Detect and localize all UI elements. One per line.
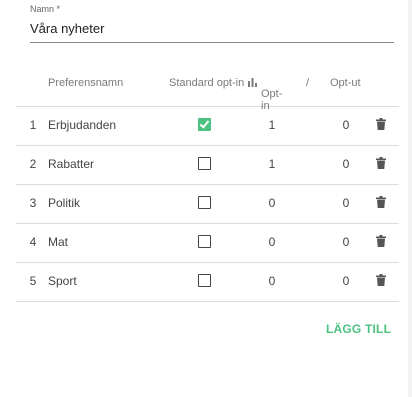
add-preference-button[interactable]: LÄGG TILL bbox=[326, 322, 391, 336]
header-separator: / bbox=[306, 77, 310, 89]
name-field[interactable]: Namn * Våra nyheter bbox=[30, 4, 394, 43]
row-optout-count: 0 bbox=[342, 118, 350, 132]
row-index: 4 bbox=[29, 235, 37, 249]
table-row: 1 Erbjudanden 1 0 bbox=[16, 107, 399, 146]
row-optin-count: 0 bbox=[268, 196, 276, 210]
row-optout-count: 0 bbox=[342, 196, 350, 210]
scroll-track bbox=[408, 0, 412, 397]
row-optin-count: 1 bbox=[268, 118, 276, 132]
preferences-table: Preferensnamn Standard opt-in Opt-in / O… bbox=[16, 66, 399, 302]
table-header: Preferensnamn Standard opt-in Opt-in / O… bbox=[16, 66, 399, 112]
trash-icon[interactable] bbox=[376, 157, 386, 172]
row-preference-name: Erbjudanden bbox=[48, 118, 117, 132]
name-field-label: Namn * bbox=[30, 4, 61, 14]
table-row: 2 Rabatter 1 0 bbox=[16, 146, 399, 185]
default-optin-checkbox[interactable] bbox=[198, 157, 211, 170]
default-optin-checkbox[interactable] bbox=[198, 235, 211, 248]
trash-icon[interactable] bbox=[376, 235, 386, 250]
name-input[interactable]: Våra nyheter bbox=[30, 20, 394, 43]
row-optin-count: 0 bbox=[268, 235, 276, 249]
row-preference-name: Sport bbox=[48, 274, 77, 288]
row-optin-count: 0 bbox=[268, 274, 276, 288]
table-row: 4 Mat 0 0 bbox=[16, 224, 399, 263]
header-default-optin: Standard opt-in bbox=[169, 77, 245, 89]
row-index: 3 bbox=[29, 196, 37, 210]
header-preference-name: Preferensnamn bbox=[48, 77, 124, 89]
row-optout-count: 0 bbox=[342, 274, 350, 288]
default-optin-checkbox[interactable] bbox=[198, 274, 211, 287]
row-preference-name: Mat bbox=[48, 235, 69, 249]
row-index: 2 bbox=[29, 157, 37, 171]
trash-icon[interactable] bbox=[376, 196, 386, 211]
table-row: 5 Sport 0 0 bbox=[16, 263, 399, 302]
row-index: 5 bbox=[29, 274, 37, 288]
table-row: 3 Politik 0 0 bbox=[16, 185, 399, 224]
row-preference-name: Rabatter bbox=[48, 157, 95, 171]
row-optin-count: 1 bbox=[268, 157, 276, 171]
header-optin: Opt-in bbox=[248, 77, 282, 112]
trash-icon[interactable] bbox=[376, 274, 386, 289]
row-optout-count: 0 bbox=[342, 157, 350, 171]
preferences-card: Namn * Våra nyheter Preferensnamn Standa… bbox=[0, 0, 408, 397]
row-index: 1 bbox=[29, 118, 37, 132]
bar-chart-icon bbox=[248, 78, 257, 87]
row-preference-name: Politik bbox=[48, 196, 81, 210]
trash-icon[interactable] bbox=[376, 118, 386, 133]
row-optout-count: 0 bbox=[342, 235, 350, 249]
default-optin-checkbox[interactable] bbox=[198, 196, 211, 209]
default-optin-checkbox[interactable] bbox=[198, 118, 211, 131]
header-optout: Opt-ut bbox=[330, 77, 361, 89]
